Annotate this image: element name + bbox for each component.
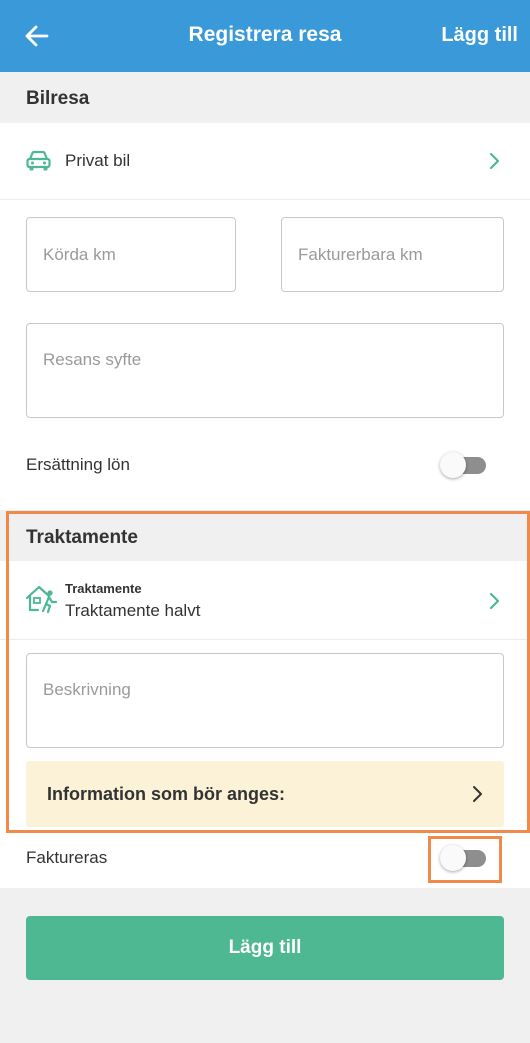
toggle-knob	[440, 845, 466, 871]
divider	[0, 639, 530, 640]
vehicle-row[interactable]: Privat bil	[0, 123, 530, 199]
chevron-right-icon	[473, 786, 482, 802]
description-placeholder: Beskrivning	[43, 680, 131, 699]
vehicle-label: Privat bil	[65, 151, 131, 170]
invoiced-toggle[interactable]	[440, 844, 486, 872]
car-icon	[26, 150, 51, 171]
section-title-bilresa: Bilresa	[0, 72, 530, 123]
info-required-label: Information som bör anges:	[47, 784, 286, 804]
km-billable-input[interactable]: Fakturerbara km	[281, 217, 504, 292]
app-header: Registrera resa Lägg till	[0, 0, 530, 72]
salary-comp-toggle[interactable]	[440, 451, 486, 479]
description-input[interactable]: Beskrivning	[26, 653, 504, 748]
chevron-right-icon	[489, 592, 500, 610]
invoiced-label: Faktureras	[26, 848, 108, 867]
house-person-icon	[25, 585, 58, 613]
toggle-knob	[440, 452, 466, 478]
allowance-type-value: Traktamente halvt	[65, 601, 201, 620]
trip-purpose-placeholder: Resans syfte	[43, 350, 142, 369]
km-driven-input[interactable]: Körda km	[26, 217, 236, 292]
km-driven-placeholder: Körda km	[43, 245, 116, 264]
submit-button[interactable]: Lägg till	[26, 916, 504, 980]
header-add-button[interactable]: Lägg till	[441, 24, 518, 47]
km-billable-placeholder: Fakturerbara km	[298, 245, 423, 264]
section-title-traktamente: Traktamente	[0, 510, 530, 561]
allowance-type-row[interactable]: Traktamente Traktamente halvt	[0, 561, 530, 639]
divider	[0, 199, 530, 200]
info-required-row[interactable]: Information som bör anges:	[26, 761, 504, 827]
trip-purpose-input[interactable]: Resans syfte	[26, 323, 504, 418]
chevron-right-icon	[489, 152, 500, 170]
salary-comp-label: Ersättning lön	[26, 455, 130, 474]
allowance-type-caption: Traktamente	[65, 581, 142, 596]
